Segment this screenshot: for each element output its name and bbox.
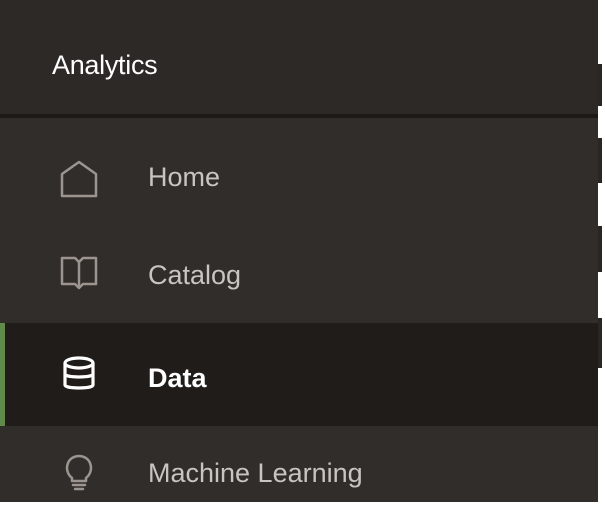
sidebar-item-label: Catalog (148, 260, 242, 290)
sidebar-item-label: Data (148, 363, 207, 393)
divider (598, 318, 602, 368)
sidebar-item-home[interactable]: Home (0, 128, 598, 231)
sidebar-item-machine-learning[interactable]: Machine Learning (0, 426, 598, 529)
divider (598, 226, 602, 272)
divider (598, 138, 602, 183)
app-title: Analytics (52, 50, 158, 80)
lightbulb-icon (58, 450, 100, 492)
home-icon (58, 158, 100, 200)
sidebar-item-catalog[interactable]: Catalog (0, 222, 598, 325)
sidebar-header: Analytics (0, 0, 598, 118)
book-icon (58, 252, 100, 294)
database-icon (58, 354, 100, 396)
divider (598, 64, 602, 106)
content-edge (598, 0, 605, 502)
sidebar-item-data[interactable]: Data (0, 323, 598, 426)
sidebar: Analytics Home Catalog Data Machine Lear… (0, 0, 598, 502)
sidebar-item-label: Home (148, 162, 221, 192)
sidebar-item-label: Machine Learning (148, 458, 363, 488)
